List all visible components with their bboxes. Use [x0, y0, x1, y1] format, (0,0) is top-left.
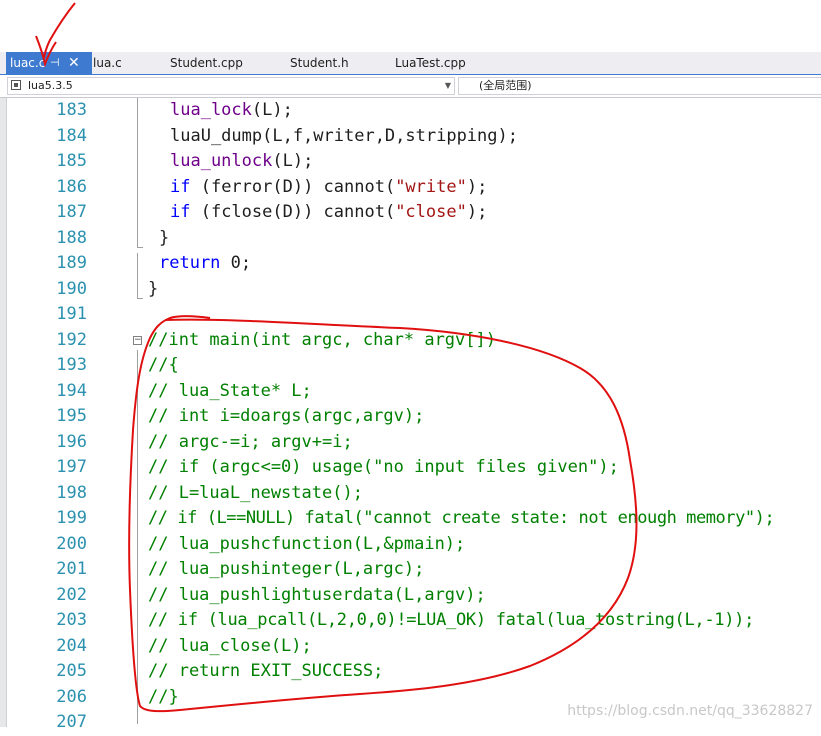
annotation-arrow [43, 2, 76, 59]
annotation-overlay [35, 2, 638, 713]
annotation-circle [128, 315, 638, 713]
